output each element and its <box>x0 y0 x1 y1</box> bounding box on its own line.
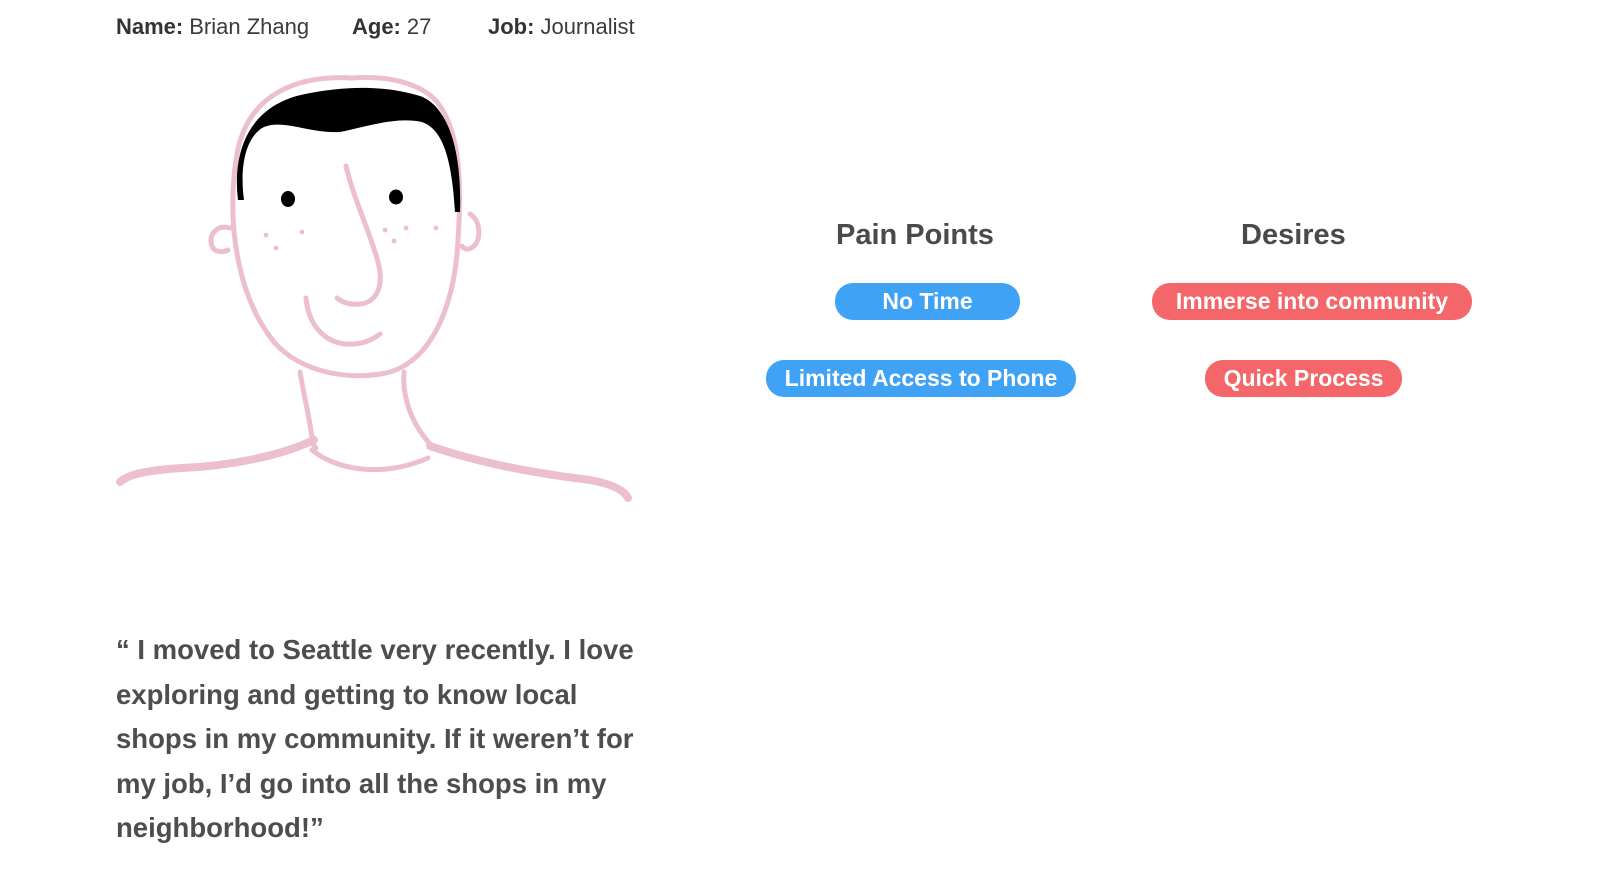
hair <box>236 87 461 212</box>
nose <box>334 163 383 307</box>
name-label: Name: <box>116 14 184 39</box>
age-label: Age: <box>352 14 401 39</box>
persona-meta: Name: Brian Zhang Age: 27 Job: Journalis… <box>116 12 635 42</box>
age-value: 27 <box>406 14 432 39</box>
left-shoulder <box>116 436 318 486</box>
persona-age: Age: 27 <box>352 14 488 40</box>
desire-tag: Immerse into community <box>1152 283 1472 320</box>
left-ear <box>208 224 233 255</box>
pain-point-tag: No Time <box>835 283 1020 320</box>
right-eye <box>389 189 403 205</box>
left-eye <box>281 191 295 207</box>
name-value: Brian Zhang <box>189 14 310 39</box>
pain-point-tag: Limited Access to Phone <box>766 360 1076 397</box>
neck-right <box>401 369 433 447</box>
job-value: Journalist <box>540 14 635 39</box>
persona-job: Job: Journalist <box>488 14 635 40</box>
persona-quote: “ I moved to Seattle very recently. I lo… <box>116 634 634 844</box>
collar <box>309 447 431 473</box>
job-label: Job: <box>488 14 535 39</box>
pain-points-heading: Pain Points <box>836 219 994 251</box>
desires-heading: Desires <box>1241 219 1346 251</box>
desire-tag: Quick Process <box>1205 360 1402 397</box>
right-ear <box>459 211 482 252</box>
freckles <box>263 225 439 251</box>
smile <box>303 295 383 347</box>
right-shoulder <box>426 442 632 502</box>
persona-face-sketch-icon <box>116 74 632 502</box>
persona-name: Name: Brian Zhang <box>116 14 352 40</box>
